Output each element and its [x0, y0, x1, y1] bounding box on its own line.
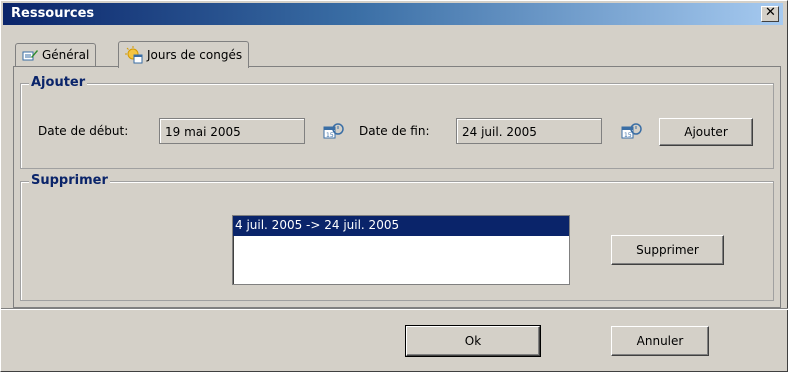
cancel-button[interactable]: Annuler [611, 326, 709, 356]
title-bar[interactable]: Ressources ✕ [3, 3, 783, 25]
window-title: Ressources [11, 6, 95, 21]
add-group: Ajouter Date de début: 19 mai 2005 15 Da… [20, 75, 774, 169]
start-date-label: Date de début: [38, 124, 129, 138]
list-item[interactable]: 4 juil. 2005 -> 24 juil. 2005 [233, 216, 569, 236]
calendar-picker-icon[interactable]: 15 [621, 122, 643, 140]
tab-panel: Ajouter Date de début: 19 mai 2005 15 Da… [13, 66, 781, 308]
tab-jours-label: Jours de congés [147, 48, 243, 62]
tab-general[interactable]: Général [15, 43, 97, 66]
date-range-list[interactable]: 4 juil. 2005 -> 24 juil. 2005 [232, 215, 570, 285]
tab-jours-de-conges[interactable]: Jours de congés [118, 41, 250, 68]
svg-text:15: 15 [326, 132, 334, 139]
ok-button[interactable]: Ok [405, 325, 541, 357]
start-date-field[interactable]: 19 mai 2005 [159, 118, 305, 144]
footer-separator [1, 308, 788, 310]
close-button[interactable]: ✕ [761, 5, 779, 22]
calendar-picker-icon[interactable]: 15 [323, 122, 345, 140]
dialog-window: Ressources ✕ Général Jours de congés Ajo… [0, 0, 788, 372]
add-button[interactable]: Ajouter [659, 118, 753, 146]
add-group-legend: Ajouter [29, 75, 88, 90]
end-date-label: Date de fin: [359, 124, 430, 138]
remove-button[interactable]: Supprimer [611, 235, 724, 265]
remove-group: Supprimer 4 juil. 2005 -> 24 juil. 2005 … [20, 173, 774, 301]
tab-general-label: Général [42, 48, 90, 62]
calendar-sun-icon [125, 46, 143, 64]
end-date-field[interactable]: 24 juil. 2005 [456, 118, 602, 144]
close-icon: ✕ [765, 5, 776, 20]
edit-icon [22, 50, 38, 61]
remove-group-legend: Supprimer [29, 173, 110, 188]
svg-text:15: 15 [624, 132, 632, 139]
